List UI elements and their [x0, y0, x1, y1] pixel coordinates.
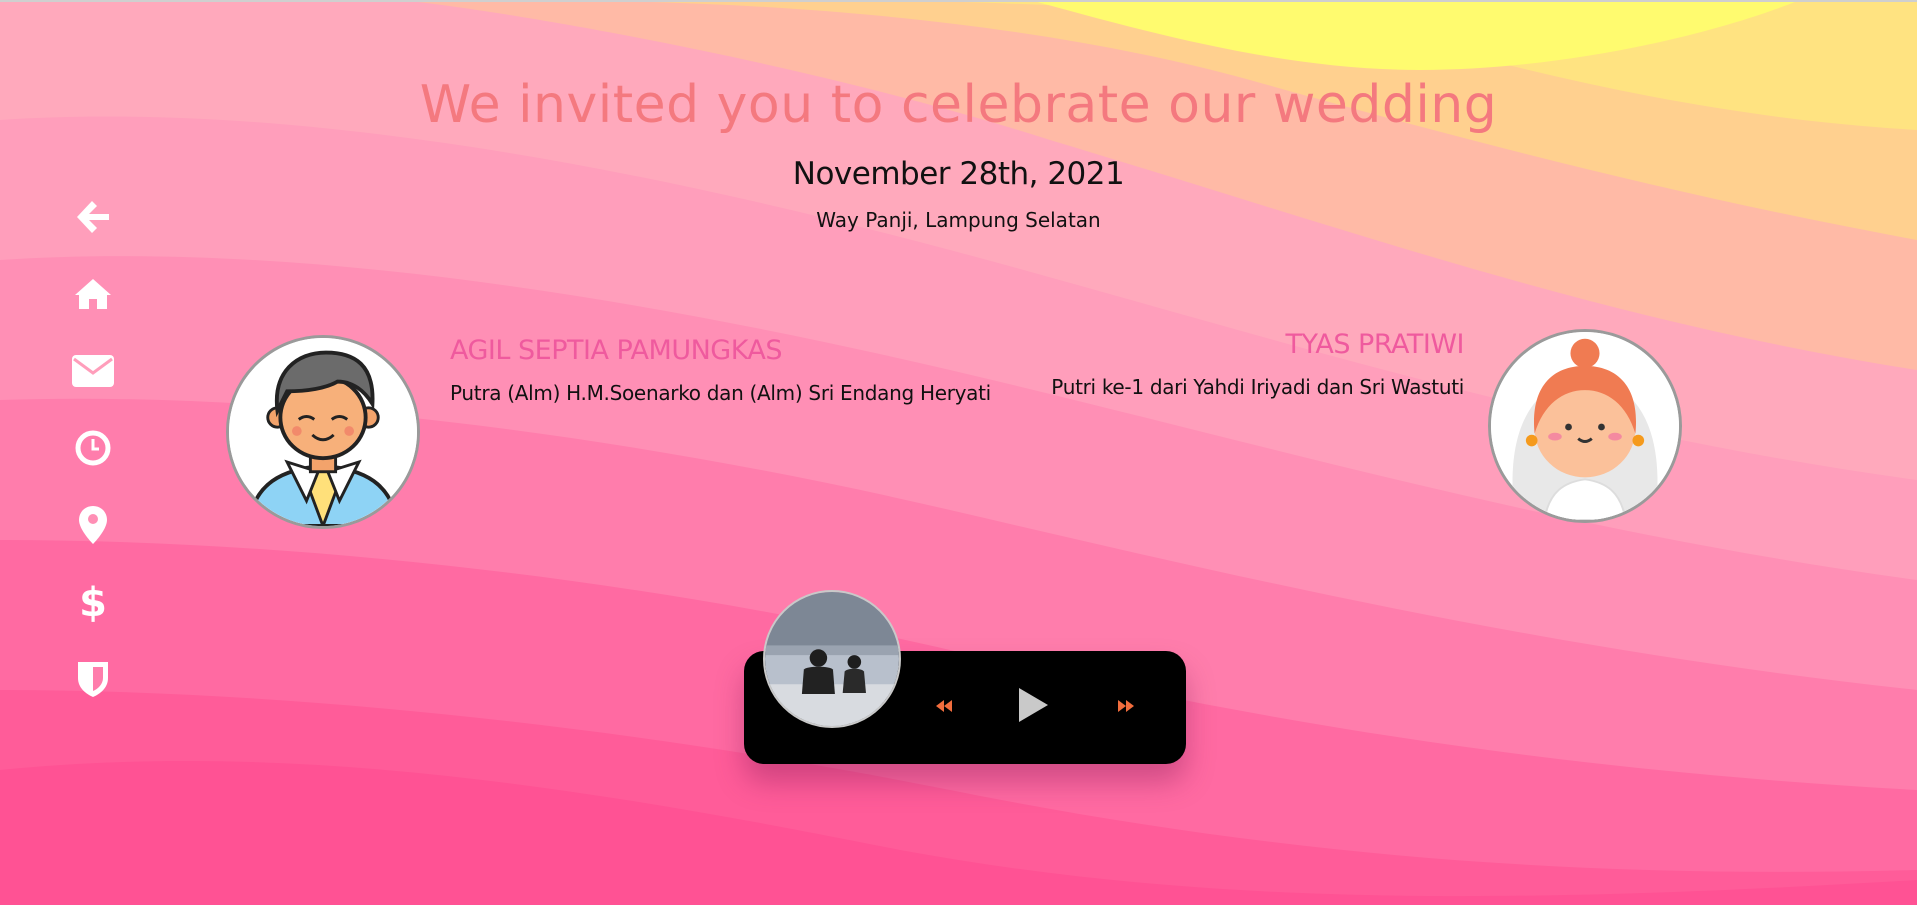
bride-info: TYAS PRATIWI Putri ke-1 dari Yahdi Iriya…: [1051, 327, 1464, 401]
wedding-place: Way Panji, Lampung Selatan: [816, 208, 1101, 232]
home-icon: [74, 277, 112, 311]
nav-time[interactable]: [60, 409, 126, 486]
previous-track-button[interactable]: [934, 696, 954, 720]
bride-avatar: [1488, 329, 1682, 523]
bride-parents: Putri ke-1 dari Yahdi Iriyadi dan Sri Wa…: [1051, 375, 1464, 399]
bride-name: TYAS PRATIWI: [1285, 329, 1464, 360]
play-icon: [1016, 688, 1050, 728]
groom-info: AGIL SEPTIA PAMUNGKAS Putra (Alm) H.M.So…: [450, 333, 991, 407]
top-border: [0, 0, 1917, 2]
backward-icon: [934, 700, 954, 720]
dollar-icon: $: [80, 581, 106, 623]
invitation-header: We invited you to celebrate our wedding …: [0, 70, 1917, 234]
shield-icon: [77, 660, 109, 698]
wedding-date: November 28th, 2021: [792, 156, 1125, 192]
nav-gift[interactable]: $: [60, 563, 126, 640]
nav-home[interactable]: [60, 255, 126, 332]
clock-icon: [75, 430, 111, 466]
page-title: We invited you to celebrate our wedding: [419, 75, 1498, 135]
forward-icon: [1116, 700, 1136, 720]
groom-name: AGIL SEPTIA PAMUNGKAS: [450, 335, 783, 366]
groom-parents: Putra (Alm) H.M.Soenarko dan (Alm) Sri E…: [450, 381, 991, 405]
album-art: [763, 590, 901, 728]
groom-avatar: [226, 335, 420, 529]
svg-text:$: $: [80, 581, 106, 623]
envelope-icon: [72, 354, 114, 387]
nav-protocol[interactable]: [60, 640, 126, 717]
map-marker-icon: [79, 505, 107, 544]
next-track-button[interactable]: [1116, 696, 1136, 720]
side-navigation: $: [60, 178, 126, 717]
nav-invitation[interactable]: [60, 332, 126, 409]
nav-location[interactable]: [60, 486, 126, 563]
play-button[interactable]: [1016, 686, 1050, 728]
